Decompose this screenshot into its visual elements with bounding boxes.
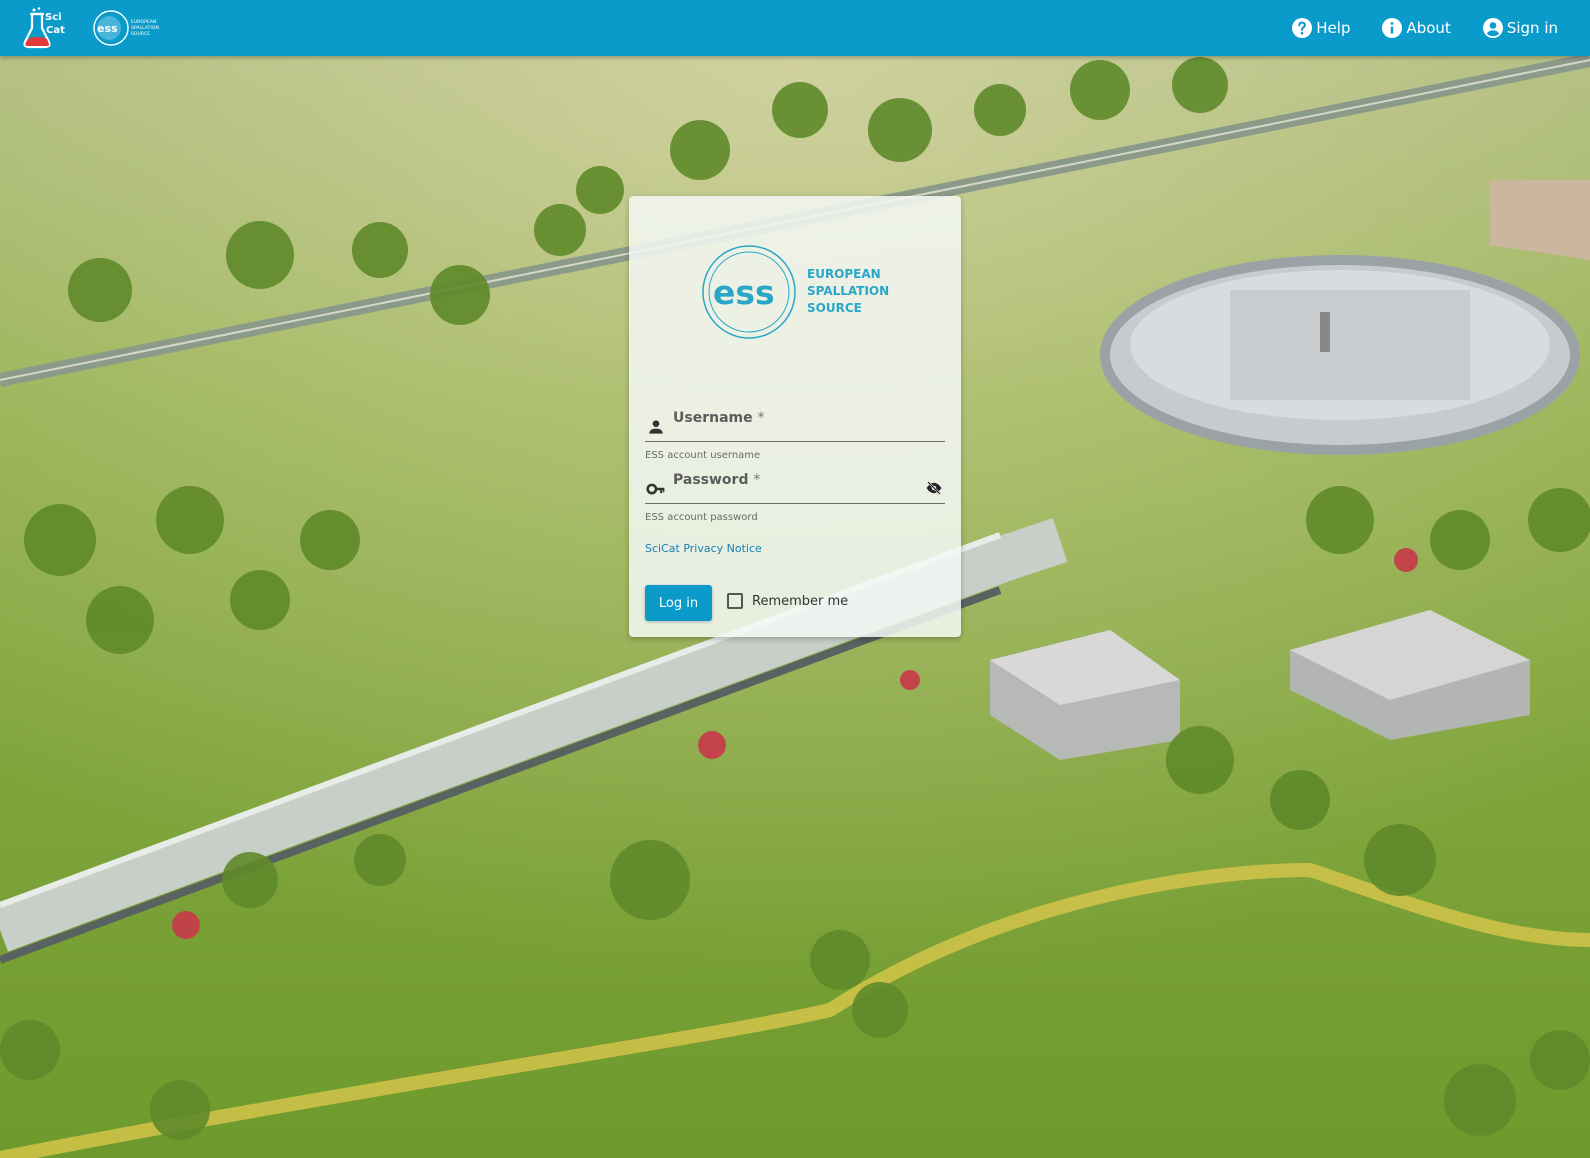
ess-logo-icon: ess EUROPEAN SPALLATION SOURCE [93, 10, 159, 46]
sign-in-button[interactable]: Sign in [1481, 16, 1558, 40]
password-input[interactable] [673, 484, 913, 504]
svg-text:Cat: Cat [46, 25, 65, 36]
scicat-flask-icon: Sci Cat [23, 7, 65, 49]
svg-text:EUROPEAN: EUROPEAN [807, 267, 881, 281]
help-button[interactable]: Help [1290, 16, 1350, 40]
scicat-logo[interactable]: Sci Cat [22, 6, 68, 50]
info-circle-icon [1382, 18, 1403, 38]
visibility-off-icon[interactable] [925, 479, 943, 497]
remember-me-label: Remember me [752, 593, 849, 609]
help-label: Help [1316, 19, 1351, 37]
svg-text:EUROPEAN: EUROPEAN [131, 19, 156, 25]
about-label: About [1406, 19, 1451, 37]
help-circle-icon [1292, 18, 1313, 38]
account-circle-icon [1482, 18, 1503, 38]
sign-in-label: Sign in [1506, 19, 1558, 37]
ess-logo-icon: ess EUROPEAN SPALLATION SOURCE [702, 245, 889, 339]
ess-card-logo: ess EUROPEAN SPALLATION SOURCE [701, 244, 891, 344]
ess-logo-text: ess [97, 22, 118, 35]
svg-text:SPALLATION: SPALLATION [131, 25, 159, 31]
username-input-row[interactable]: Username * [645, 408, 945, 442]
username-field: Username * ESS account username [645, 408, 945, 461]
svg-text:SPALLATION: SPALLATION [807, 284, 889, 298]
top-toolbar: Sci Cat ess EUROPEAN SPALLATION SOURCE H… [0, 0, 1590, 56]
password-input-row[interactable]: Password * [645, 470, 945, 504]
checkbox-box[interactable] [727, 593, 743, 609]
about-button[interactable]: About [1380, 16, 1451, 40]
username-input[interactable] [673, 422, 913, 442]
key-icon [646, 483, 665, 495]
header-nav: Help About Sign in [1290, 0, 1558, 56]
privacy-notice-link[interactable]: SciCat Privacy Notice [645, 542, 762, 555]
password-hint: ESS account password [645, 512, 758, 523]
svg-text:Sci: Sci [45, 12, 62, 23]
username-hint: ESS account username [645, 450, 761, 461]
password-field: Password * ESS account password [645, 470, 945, 523]
person-icon [649, 420, 663, 434]
remember-me-checkbox[interactable]: Remember me [727, 593, 848, 609]
log-in-button[interactable]: Log in [645, 585, 712, 621]
login-card: ess EUROPEAN SPALLATION SOURCE Username … [629, 196, 961, 637]
ess-header-logo[interactable]: ess EUROPEAN SPALLATION SOURCE [92, 9, 164, 47]
svg-text:SOURCE: SOURCE [131, 31, 150, 37]
svg-text:SOURCE: SOURCE [807, 301, 862, 315]
ess-logo-text: ess [713, 273, 775, 312]
